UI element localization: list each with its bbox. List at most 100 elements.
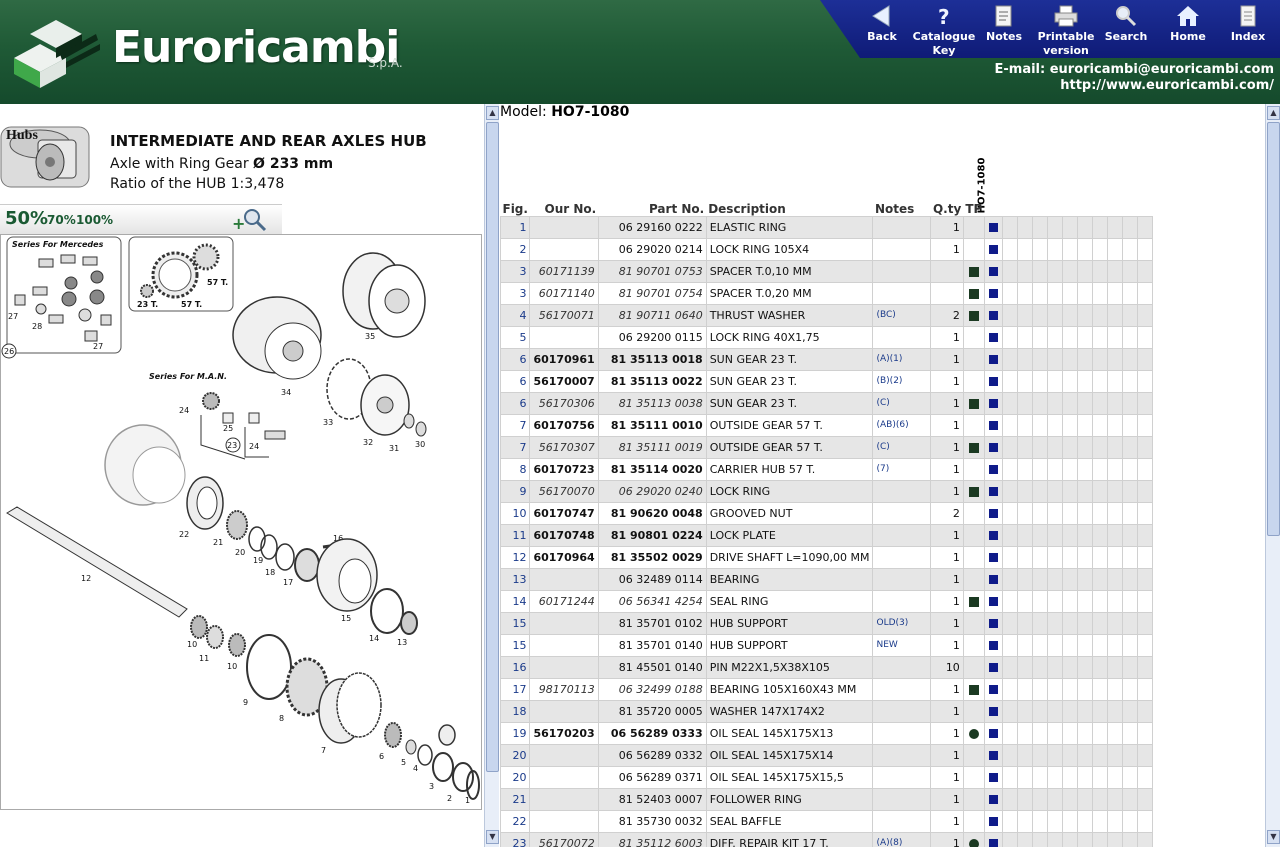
table-row[interactable]: 5 06 29200 0115 LOCK RING 40X1,75 1: [499, 325, 1153, 349]
table-row[interactable]: 20 06 56289 0371 OIL SEAL 145X175X15,5 1: [499, 765, 1153, 789]
applicable-marker-icon: [988, 729, 998, 738]
fig-cell[interactable]: 17: [499, 677, 531, 701]
table-row[interactable]: 12 60170964 81 35502 0029 DRIVE SHAFT L=109…: [499, 545, 1153, 569]
table-row[interactable]: 17 98170113 06 32499 0188 BEARING 105X160X4…: [499, 677, 1153, 701]
fig-cell[interactable]: 7: [499, 413, 531, 437]
table-row[interactable]: 11 60170748 81 90801 0224 LOCK PLATE 1: [499, 523, 1153, 547]
back-button[interactable]: Back: [850, 0, 914, 58]
printable-version-button[interactable]: Printable version: [1034, 0, 1098, 58]
left-scrollbar[interactable]: ▲ ▼: [484, 104, 499, 847]
table-row[interactable]: 10 60170747 81 90620 0048 GROOVED NUT 2: [499, 501, 1153, 525]
table-row[interactable]: 9 56170070 06 29020 0240 LOCK RING 1: [499, 479, 1153, 503]
notes-cell: [872, 655, 932, 679]
table-row[interactable]: 4 56170071 81 90711 0640 THRUST WASHER (BC) 2: [499, 303, 1153, 327]
search-button[interactable]: Search: [1094, 0, 1158, 58]
right-scrollbar[interactable]: ▲ ▼: [1265, 104, 1280, 847]
fig-cell[interactable]: 11: [499, 523, 531, 547]
fig-cell[interactable]: 19: [499, 721, 531, 745]
table-row[interactable]: 14 60171244 06 56341 4254 SEAL RING 1: [499, 589, 1153, 613]
scroll-down-icon[interactable]: ▼: [486, 830, 499, 844]
table-row[interactable]: 18 81 35720 0005 WASHER 147X174X2 1: [499, 699, 1153, 723]
left-scroll-thumb[interactable]: [486, 122, 499, 772]
exploded-drawing[interactable]: Series For Mercedes 27 28 27 26 23 T. 57…: [0, 234, 482, 810]
table-row[interactable]: 23 56170072 81 35112 6003 DIFF. REPAIR KIT …: [499, 831, 1153, 847]
fig-cell[interactable]: 16: [499, 655, 531, 679]
email-link[interactable]: E-mail: euroricambi@euroricambi.com: [995, 62, 1275, 78]
table-row[interactable]: 1 06 29160 0222 ELASTIC RING 1: [499, 215, 1153, 239]
euroricambi-logo-icon[interactable]: [10, 14, 102, 90]
zoom-70[interactable]: 70%: [47, 213, 76, 227]
fig-cell[interactable]: 15: [499, 633, 531, 657]
fig-cell[interactable]: 20: [499, 765, 531, 789]
our-no-cell: 60171244: [529, 589, 599, 613]
table-row[interactable]: 7 60170756 81 35111 0010 OUTSIDE GEAR 57 T.…: [499, 413, 1153, 437]
tp-cell: [962, 259, 985, 283]
fig-cell[interactable]: 12: [499, 545, 531, 569]
table-row[interactable]: 15 81 35701 0102 HUB SUPPORT OLD(3) 1: [499, 611, 1153, 635]
zoom-in-icon[interactable]: +: [232, 207, 268, 233]
brand-name[interactable]: Euroricambi: [112, 22, 400, 73]
fig-cell[interactable]: 2: [499, 237, 531, 261]
table-row[interactable]: 13 06 32489 0114 BEARING 1: [499, 567, 1153, 591]
fig-cell[interactable]: 1: [499, 215, 531, 239]
table-row[interactable]: 16 81 45501 0140 PIN M22X1,5X38X105 10: [499, 655, 1153, 679]
notes-cell: (C): [872, 435, 932, 459]
fig-cell[interactable]: 3: [499, 259, 531, 283]
fig-cell[interactable]: 10: [499, 501, 531, 525]
table-row[interactable]: 6 56170007 81 35113 0022 SUN GEAR 23 T. (B)(…: [499, 369, 1153, 393]
fig-cell[interactable]: 6: [499, 391, 531, 415]
table-row[interactable]: 6 60170961 81 35113 0018 SUN GEAR 23 T. (A)(…: [499, 347, 1153, 371]
fig-cell[interactable]: 22: [499, 809, 531, 833]
scroll-up-icon[interactable]: ▲: [486, 106, 499, 120]
fig-cell[interactable]: 23: [499, 831, 531, 847]
fig-cell[interactable]: 4: [499, 303, 531, 327]
right-scroll-thumb[interactable]: [1267, 122, 1280, 536]
notes-button[interactable]: Notes: [972, 0, 1036, 58]
fig-cell[interactable]: 14: [499, 589, 531, 613]
fig-cell[interactable]: 6: [499, 347, 531, 371]
table-row[interactable]: 2 06 29020 0214 LOCK RING 105X4 1: [499, 237, 1153, 261]
zoom-100[interactable]: 100%: [76, 213, 113, 227]
scroll-down-icon[interactable]: ▼: [1267, 830, 1280, 844]
part-no-cell: 81 90701 0754: [597, 281, 707, 305]
fig-cell[interactable]: 3: [499, 281, 531, 305]
table-row[interactable]: 19 56170203 06 56289 0333 OIL SEAL 145X175X…: [499, 721, 1153, 745]
label-1: 1: [465, 796, 470, 805]
table-row[interactable]: 15 81 35701 0140 HUB SUPPORT NEW 1: [499, 633, 1153, 657]
fig-cell[interactable]: 7: [499, 435, 531, 459]
svg-text:?: ?: [938, 5, 950, 28]
empty-model-cell: [1031, 369, 1048, 393]
fig-cell[interactable]: 8: [499, 457, 531, 481]
empty-model-cell: [1136, 809, 1153, 833]
empty-model-cell: [1031, 391, 1048, 415]
table-row[interactable]: 7 56170307 81 35111 0019 OUTSIDE GEAR 57 T.…: [499, 435, 1153, 459]
empty-model-cell: [1016, 567, 1033, 591]
table-row[interactable]: 3 60171139 81 90701 0753 SPACER T.0,10 MM: [499, 259, 1153, 283]
fig-cell[interactable]: 5: [499, 325, 531, 349]
table-row[interactable]: 21 81 52403 0007 FOLLOWER RING 1: [499, 787, 1153, 811]
table-row[interactable]: 22 81 35730 0032 SEAL BAFFLE 1: [499, 809, 1153, 833]
our-no-cell: [529, 237, 599, 261]
catalogue-key-button[interactable]: ? Catalogue Key: [912, 0, 976, 58]
table-row[interactable]: 3 60171140 81 90701 0754 SPACER T.0,20 MM: [499, 281, 1153, 305]
table-row[interactable]: 8 60170723 81 35114 0020 CARRIER HUB 57 T.(…: [499, 457, 1153, 481]
empty-model-cell: [1001, 721, 1018, 745]
empty-model-cell: [1121, 633, 1138, 657]
fig-cell[interactable]: 15: [499, 611, 531, 635]
notes-cell: NEW: [872, 633, 932, 657]
fig-cell[interactable]: 20: [499, 743, 531, 767]
scroll-up-icon[interactable]: ▲: [1267, 106, 1280, 120]
empty-model-cell: [1091, 765, 1108, 789]
index-button[interactable]: Index: [1216, 0, 1280, 58]
fig-cell[interactable]: 6: [499, 369, 531, 393]
website-link[interactable]: http://www.euroricambi.com/: [995, 78, 1274, 94]
fig-cell[interactable]: 13: [499, 567, 531, 591]
home-button[interactable]: Home: [1156, 0, 1220, 58]
table-row[interactable]: 20 06 56289 0332 OIL SEAL 145X175X14 1: [499, 743, 1153, 767]
our-no-cell: [529, 765, 599, 789]
fig-cell[interactable]: 18: [499, 699, 531, 723]
fig-cell[interactable]: 9: [499, 479, 531, 503]
fig-cell[interactable]: 21: [499, 787, 531, 811]
table-row[interactable]: 6 56170306 81 35113 0038 SUN GEAR 23 T. (C) 1: [499, 391, 1153, 415]
zoom-50[interactable]: 50%: [5, 208, 48, 229]
